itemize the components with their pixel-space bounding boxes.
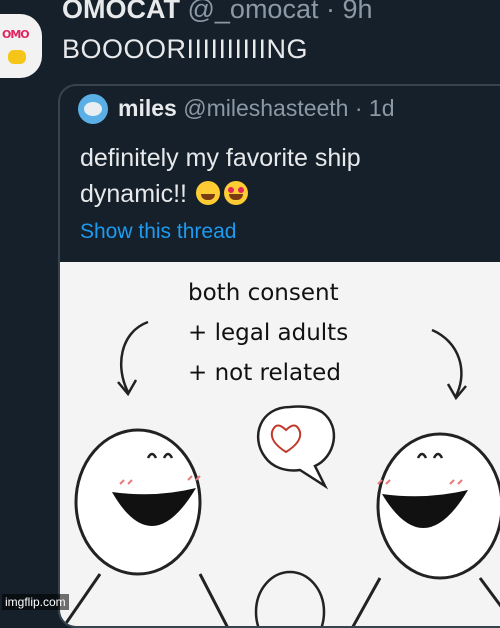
meme-drawing	[62, 320, 500, 626]
omocat-logo-blob	[8, 50, 26, 64]
speech-bubble-icon	[256, 405, 336, 490]
tweet-header: OMOCAT @_omocat · 9h	[62, 0, 373, 25]
heart-eyes-icon	[223, 181, 248, 205]
smiling-face-with-hearts-icon	[195, 181, 220, 205]
omocat-avatar[interactable]: OMO	[0, 14, 42, 78]
miles-avatar[interactable]	[78, 94, 108, 124]
imgflip-watermark: imgflip.com	[2, 594, 69, 610]
quote-text-line1: definitely my favorite ship	[80, 144, 361, 172]
quote-text: definitely my favorite ship dynamic!!	[80, 140, 500, 212]
quote-tweet-card[interactable]: miles @mileshasteeth · 1d definitely my …	[58, 84, 500, 628]
third-character-icon	[254, 570, 326, 626]
quote-text-line2: dynamic!!	[80, 180, 187, 208]
tweet: OMO OMOCAT @_omocat · 9h BOOOORIIIIIIIII…	[0, 0, 500, 628]
omocat-logo-icon: OMO	[2, 28, 30, 41]
quote-handle-time[interactable]: @mileshasteeth · 1d	[183, 95, 394, 121]
quote-header: miles @mileshasteeth · 1d	[118, 95, 395, 122]
show-thread-link[interactable]: Show this thread	[80, 220, 236, 244]
meme-line1: both consent	[188, 280, 339, 306]
display-name[interactable]: OMOCAT	[62, 0, 180, 24]
meme-image[interactable]: both consent + legal adults + not relate…	[60, 262, 500, 626]
tweet-text: BOOOORIIIIIIIIIING	[62, 34, 309, 64]
meme-line2: + legal adults	[188, 320, 349, 346]
meme-line3: + not related	[188, 360, 341, 386]
quote-display-name[interactable]: miles	[118, 95, 177, 121]
handle-time[interactable]: @_omocat · 9h	[188, 0, 373, 24]
avatar-face	[84, 102, 102, 116]
right-arrow-icon	[431, 328, 463, 397]
